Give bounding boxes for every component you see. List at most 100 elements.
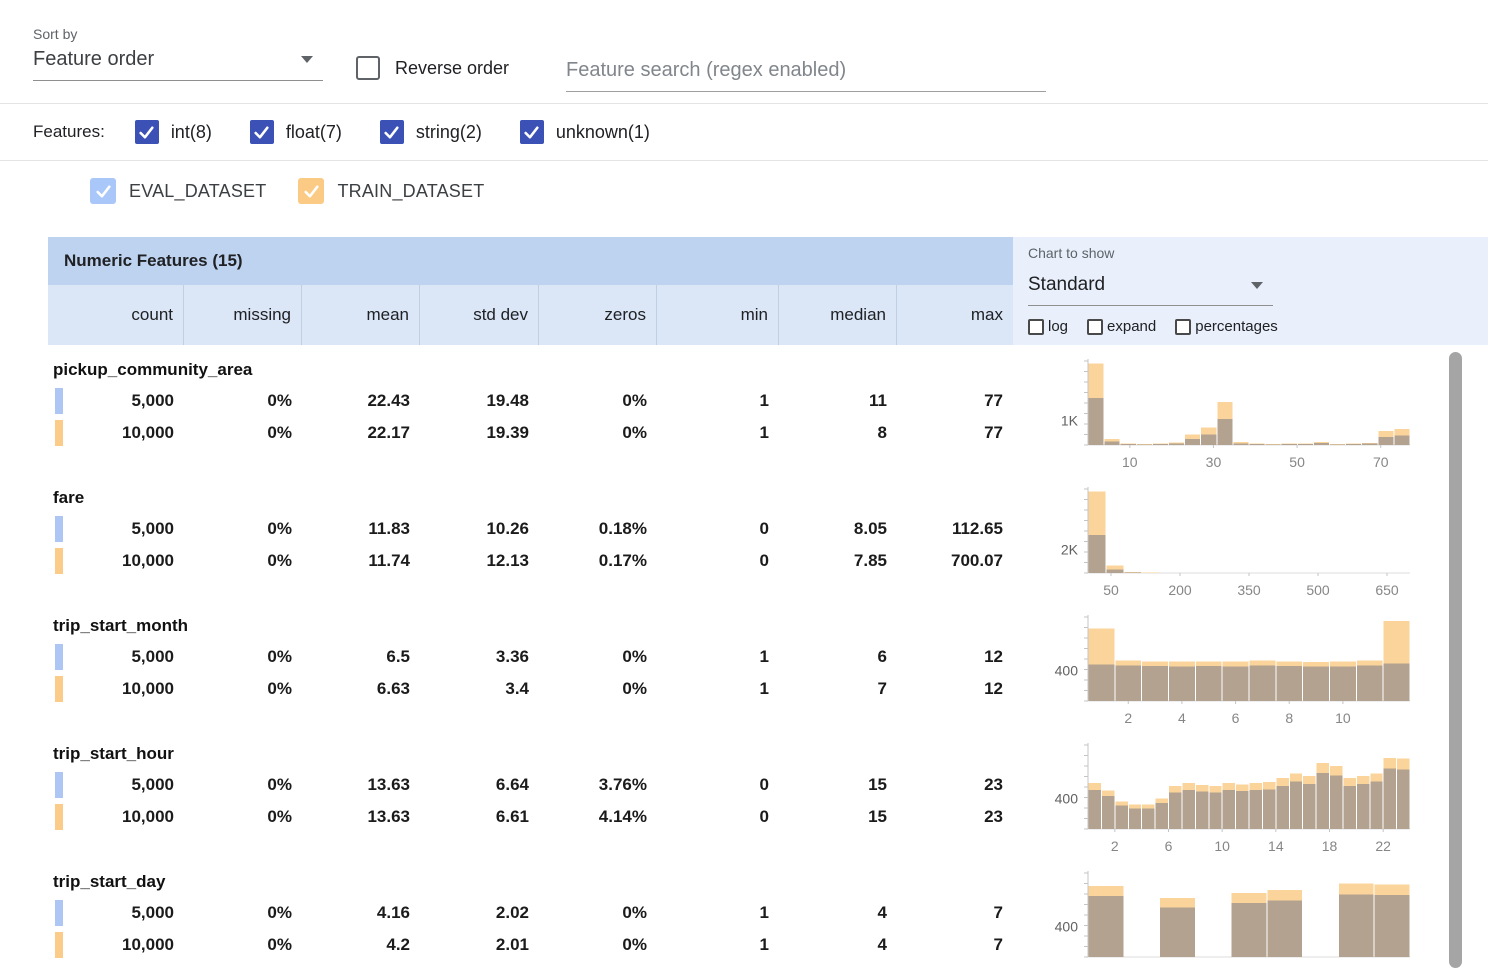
stat-value: 1 — [657, 385, 779, 417]
dataset-swatch — [55, 548, 63, 574]
checkbox-checked-icon[interactable] — [380, 120, 404, 144]
feature-stats-row: 10,0000%4.22.010%147 — [48, 929, 1013, 961]
stat-value: 4.16 — [302, 897, 420, 929]
stat-value: 12 — [897, 641, 1013, 673]
numeric-features-title: Numeric Features (15) — [64, 251, 243, 270]
vertical-scrollbar[interactable] — [1449, 352, 1462, 968]
svg-text:50: 50 — [1103, 582, 1119, 598]
feature-type-filter[interactable]: string(2) — [380, 120, 482, 144]
stat-value: 8.05 — [779, 513, 897, 545]
feature-block: pickup_community_area 5,0000%22.4319.480… — [48, 357, 1013, 485]
feature-block: trip_start_month 5,0000%6.53.360%1612 10… — [48, 613, 1013, 741]
reverse-order-toggle[interactable]: Reverse order — [356, 56, 509, 80]
chart-type-value: Standard — [1028, 274, 1105, 296]
stat-value: 5,000 — [48, 641, 184, 673]
stat-value: 6.64 — [420, 769, 539, 801]
chart-type-select[interactable]: Standard — [1028, 268, 1273, 306]
feature-stats-row: 5,0000%13.636.643.76%01523 — [48, 769, 1013, 801]
column-header: zeros — [539, 285, 657, 345]
stat-value: 4.14% — [539, 801, 657, 833]
feature-stats-row: 10,0000%6.633.40%1712 — [48, 673, 1013, 705]
checkbox-unchecked-icon[interactable] — [1028, 319, 1044, 335]
stat-value: 0% — [539, 673, 657, 705]
chart-controls-panel: Chart to show Standard log expand percen… — [1013, 237, 1488, 345]
svg-text:400: 400 — [1055, 790, 1079, 806]
feature-type-filter[interactable]: int(8) — [135, 120, 212, 144]
stat-value: 0% — [184, 641, 302, 673]
stat-value: 19.39 — [420, 417, 539, 449]
svg-text:30: 30 — [1206, 454, 1222, 470]
dataset-toggle[interactable]: TRAIN_DATASET — [298, 178, 484, 204]
checkbox-checked-icon[interactable] — [135, 120, 159, 144]
chart-option-label: expand — [1107, 318, 1156, 335]
stat-value: 5,000 — [48, 897, 184, 929]
checkbox-checked-icon[interactable] — [520, 120, 544, 144]
dataset-swatch — [55, 772, 63, 798]
checkbox-checked-icon[interactable] — [250, 120, 274, 144]
reverse-order-checkbox[interactable] — [356, 56, 380, 80]
stat-value: 3.4 — [420, 673, 539, 705]
feature-stats-row: 10,0000%22.1719.390%1877 — [48, 417, 1013, 449]
feature-chart: 1K10305070 — [1020, 357, 1450, 485]
svg-text:350: 350 — [1237, 582, 1261, 598]
toolbar: Sort by Feature order Reverse order — [0, 0, 1488, 103]
svg-text:650: 650 — [1375, 582, 1399, 598]
stat-value: 12 — [897, 673, 1013, 705]
dataset-checkbox[interactable] — [298, 178, 324, 204]
dataset-swatch — [55, 676, 63, 702]
stat-value: 0% — [184, 769, 302, 801]
checkbox-unchecked-icon[interactable] — [1175, 319, 1191, 335]
chart-option-toggle[interactable]: percentages — [1175, 318, 1278, 335]
dataset-swatch — [55, 388, 63, 414]
stat-value: 23 — [897, 801, 1013, 833]
column-header-row: count missing mean std dev zeros min med… — [48, 285, 1013, 345]
stat-value: 23 — [897, 769, 1013, 801]
checkbox-unchecked-icon[interactable] — [1087, 319, 1103, 335]
stat-value: 77 — [897, 385, 1013, 417]
feature-list: pickup_community_area 5,0000%22.4319.480… — [48, 357, 1013, 968]
svg-text:22: 22 — [1375, 838, 1391, 854]
chart-toggle-list: log expand percentages — [1028, 318, 1488, 335]
stat-value: 4.2 — [302, 929, 420, 961]
feature-search-input[interactable] — [566, 50, 1046, 92]
column-header: mean — [302, 285, 420, 345]
feature-block: fare 5,0000%11.8310.260.18%08.05112.65 1… — [48, 485, 1013, 613]
svg-text:400: 400 — [1055, 662, 1079, 678]
chart-to-show-label: Chart to show — [1028, 245, 1488, 261]
stat-value: 10,000 — [48, 929, 184, 961]
stat-value: 1 — [657, 897, 779, 929]
svg-text:2K: 2K — [1061, 541, 1079, 557]
stat-value: 6.61 — [420, 801, 539, 833]
feature-name: pickup_community_area — [48, 357, 1013, 385]
feature-type-filter[interactable]: unknown(1) — [520, 120, 650, 144]
dataset-toggle[interactable]: EVAL_DATASET — [90, 178, 266, 204]
dataset-checkbox[interactable] — [90, 178, 116, 204]
svg-text:10: 10 — [1335, 710, 1351, 726]
stat-value: 0% — [184, 929, 302, 961]
stat-value: 22.43 — [302, 385, 420, 417]
reverse-order-label: Reverse order — [395, 58, 509, 79]
feature-type-label: float(7) — [286, 122, 342, 143]
stat-value: 700.07 — [897, 545, 1013, 577]
feature-stats-row: 5,0000%4.162.020%147 — [48, 897, 1013, 929]
feature-chart: 4002610141822 — [1020, 741, 1450, 869]
dataset-label: TRAIN_DATASET — [337, 181, 484, 202]
column-header: missing — [184, 285, 302, 345]
chart-option-toggle[interactable]: expand — [1087, 318, 1156, 335]
stat-value: 12.13 — [420, 545, 539, 577]
stat-value: 4 — [779, 929, 897, 961]
chart-option-toggle[interactable]: log — [1028, 318, 1068, 335]
sort-by-select[interactable]: Feature order — [33, 42, 323, 81]
feature-histogram: 400246810 — [1020, 613, 1450, 741]
app: { "toolbar": { "sort_by_label": "Sort by… — [0, 0, 1488, 968]
feature-type-label: unknown(1) — [556, 122, 650, 143]
svg-text:400: 400 — [1055, 918, 1079, 934]
feature-type-filter[interactable]: float(7) — [250, 120, 342, 144]
svg-text:4: 4 — [1178, 710, 1186, 726]
svg-text:6: 6 — [1232, 710, 1240, 726]
feature-chart: 2K50200350500650 — [1020, 485, 1450, 613]
feature-stats-row: 5,0000%6.53.360%1612 — [48, 641, 1013, 673]
stat-value: 0% — [184, 513, 302, 545]
stat-value: 6.63 — [302, 673, 420, 705]
dataset-swatch — [55, 644, 63, 670]
